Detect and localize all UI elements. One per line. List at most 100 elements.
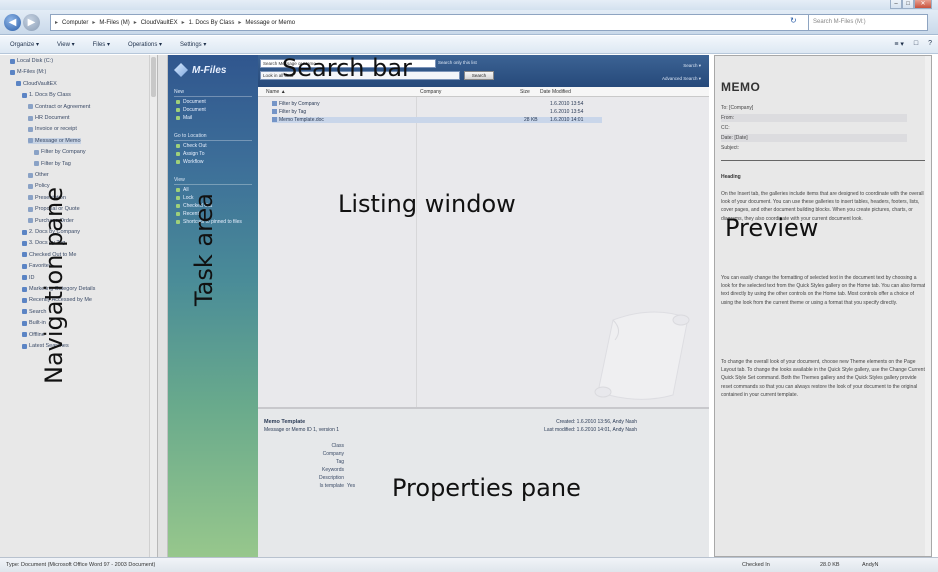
nav-tree-item[interactable]: CloudVaultEX [16, 81, 57, 87]
memo-divider [721, 160, 925, 161]
address-row: ◀ ▶ ▸ Computer ▸ M-Files (M) ▸ CloudVaultEX ▸ 1… [0, 10, 938, 35]
column-company[interactable]: Company [420, 89, 441, 95]
search-button[interactable]: Search [464, 71, 494, 80]
refresh-icon[interactable]: ↻ [790, 16, 797, 25]
column-name[interactable]: Name ▲ [266, 89, 286, 95]
breadcrumb-chevron-icon[interactable]: ▸ [134, 19, 137, 26]
property-label: Tag [335, 459, 344, 465]
task-item[interactable]: Assign To [176, 151, 205, 157]
navigation-scrollbar[interactable] [149, 55, 157, 557]
task-item[interactable]: Mail [176, 115, 192, 121]
command-bar-item[interactable]: Operations ▾ [128, 41, 162, 48]
listing-row-date: 1.6.2010 13:54 [550, 101, 584, 107]
memo-field: Date: [Date] [721, 134, 907, 142]
view-control[interactable]: □ [914, 40, 918, 48]
nav-tree-label: Filter by Company [41, 149, 86, 156]
callout-navigation-pane: Navigation pane [40, 187, 68, 384]
column-divider [416, 97, 417, 407]
pane-splitter[interactable] [158, 55, 168, 557]
nav-tree-item[interactable]: Filter by Company [34, 149, 86, 155]
nav-tree-item[interactable]: 1. Docs By Class [22, 92, 71, 98]
explorer-search-input[interactable]: Search M-Files (M:) [808, 14, 928, 31]
address-bar[interactable]: ▸ Computer ▸ M-Files (M) ▸ CloudVaultEX ▸ 1. Do… [50, 14, 820, 31]
callout-listing-window: Listing window [338, 190, 516, 218]
folder-icon [28, 218, 33, 224]
property-value[interactable]: Yes [347, 483, 355, 489]
folder-icon [22, 320, 27, 326]
breadcrumb-item[interactable]: 1. Docs By Class [189, 20, 235, 26]
maximize-button[interactable]: □ [902, 0, 914, 9]
folder-icon [10, 69, 15, 75]
folder-icon [16, 81, 21, 87]
search-only-checkbox[interactable]: Search only this list [438, 60, 477, 65]
breadcrumb-chevron-icon[interactable]: ▸ [182, 19, 185, 26]
memo-field: CC: [721, 125, 730, 131]
nav-tree-item[interactable]: Invoice or receipt [28, 126, 77, 132]
task-item[interactable]: Workflow [176, 159, 203, 165]
folder-icon [22, 297, 27, 303]
command-bar-item[interactable]: Organize ▾ [10, 41, 39, 48]
property-label: Company [322, 451, 344, 457]
search-links: Search ▾ Advanced Search ▾ [662, 59, 701, 85]
nav-tree-item[interactable]: Contract or Agreement [28, 104, 90, 110]
scrollbar-thumb[interactable] [151, 57, 156, 97]
folder-icon [22, 92, 27, 98]
listing-row[interactable]: Filter by Company 1.6.2010 13:54 [272, 101, 602, 107]
command-bar: Organize ▾ View ▾ Files ▾ Operations ▾ Setti… [0, 36, 938, 54]
nav-tree-item[interactable]: Other [28, 172, 49, 178]
listing-row-name: Memo Template.doc [279, 117, 324, 123]
memo-paragraph-3: To change the overall look of your docum… [721, 359, 925, 398]
forward-button[interactable]: ▶ [23, 14, 40, 31]
title-bar: – □ ✕ [0, 0, 938, 10]
breadcrumb-item[interactable]: Computer [62, 20, 88, 26]
task-icon [176, 220, 180, 224]
task-item[interactable]: Check Out [176, 143, 207, 149]
property-label: Keywords [322, 467, 344, 473]
folder-icon [22, 275, 27, 281]
breadcrumb-item[interactable]: Message or Memo [245, 20, 295, 26]
command-bar-item[interactable]: View ▾ [57, 41, 75, 48]
nav-tree-item[interactable]: ID [22, 275, 35, 281]
nav-tree-item[interactable]: Message or Memo [28, 137, 81, 144]
nav-tree-item[interactable]: Filter by Tag [34, 161, 71, 167]
task-item[interactable]: Document [176, 107, 206, 113]
breadcrumb-chevron-icon[interactable]: ▸ [92, 19, 95, 26]
nav-tree-label: CloudVaultEX [23, 80, 57, 87]
back-button[interactable]: ◀ [4, 14, 21, 31]
breadcrumb-chevron-icon[interactable]: ▸ [55, 19, 58, 26]
listing-row-name: Filter by Tag [279, 109, 307, 115]
task-item-label: Document [183, 107, 206, 113]
minimize-button[interactable]: – [890, 0, 902, 9]
listing-row[interactable]: Memo Template.doc 28 KB 1.6.2010 14:01 [272, 117, 602, 123]
task-item[interactable]: All [176, 187, 189, 193]
advanced-search-link[interactable]: Advanced Search ▾ [662, 72, 701, 85]
preview-scrollbar[interactable] [925, 56, 931, 556]
memo-field: Subject: [721, 145, 740, 151]
task-item[interactable]: Document [176, 99, 206, 105]
view-control[interactable]: ≡ ▾ [894, 40, 904, 48]
breadcrumb-item[interactable]: M-Files (M) [99, 20, 129, 26]
column-size[interactable]: Size [520, 89, 530, 95]
task-item-label: All [183, 187, 189, 193]
property-label: Class [331, 443, 344, 449]
listing-row[interactable]: Filter by Tag 1.6.2010 13:54 [272, 109, 602, 115]
close-button[interactable]: ✕ [914, 0, 932, 9]
command-bar-item[interactable]: Files ▾ [93, 41, 110, 48]
memo-paragraph-2: You can easily change the formatting of … [721, 275, 926, 306]
breadcrumb-chevron-icon[interactable]: ▸ [238, 19, 241, 26]
nav-tree-item[interactable]: HR Document [28, 115, 70, 121]
command-bar-item[interactable]: Settings ▾ [180, 41, 206, 48]
breadcrumb-item[interactable]: CloudVaultEX [141, 20, 178, 26]
created-info: Created: 1.6.2010 13:56, Andy Nash [556, 419, 637, 425]
search-menu-link[interactable]: Search ▾ [662, 59, 701, 72]
nav-tree-label: Contract or Agreement [35, 103, 91, 110]
view-control[interactable]: ? [928, 40, 932, 48]
column-date-modified[interactable]: Date Modified [540, 89, 571, 95]
nav-tree-item[interactable]: Local Disk (C:) [10, 58, 53, 64]
document-icon [272, 117, 277, 122]
folder-icon [22, 240, 27, 246]
callout-search-bar: Search bar [282, 54, 412, 82]
nav-tree-label: 1. Docs By Class [29, 92, 71, 99]
nav-tree-item[interactable]: M-Files (M:) [10, 69, 46, 75]
window-controls: – □ ✕ [890, 0, 932, 10]
